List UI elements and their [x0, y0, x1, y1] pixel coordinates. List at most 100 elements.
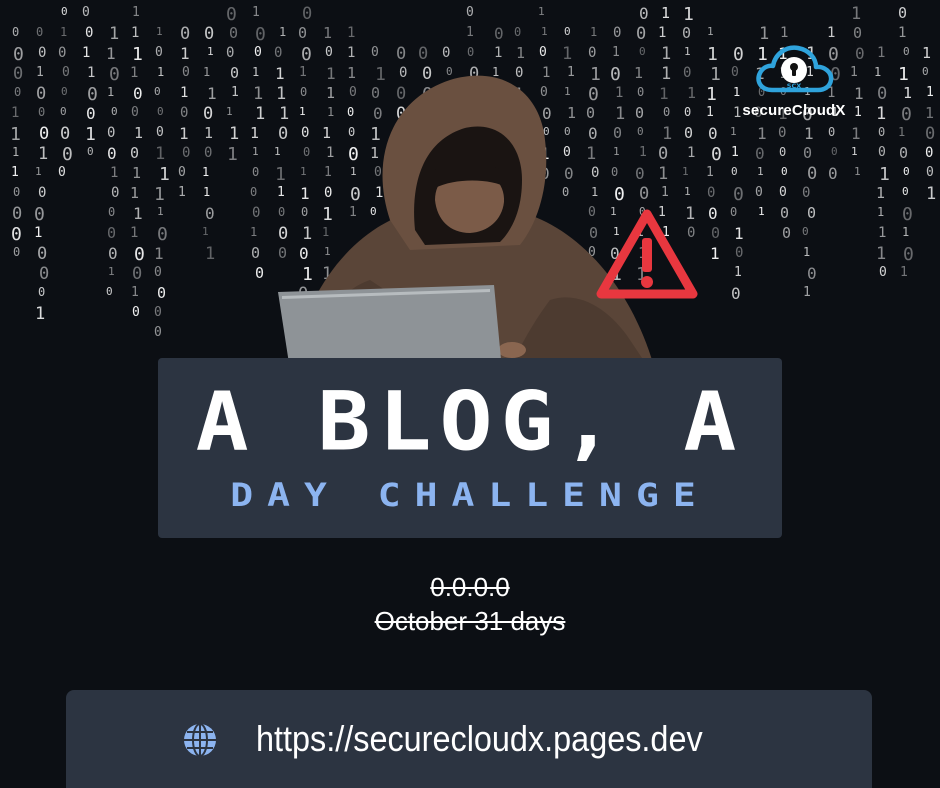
binary-digit: 0 — [467, 45, 475, 59]
binary-digit: 0 — [157, 224, 168, 245]
binary-digit: 0 — [302, 4, 313, 24]
binary-digit: 0 — [684, 124, 694, 142]
binary-digit: 0 — [325, 45, 333, 60]
binary-digit: 1 — [710, 244, 720, 263]
binary-digit: 1 — [925, 104, 935, 122]
binary-digit: 0 — [781, 165, 788, 178]
website-bar[interactable]: https://securecloudx.pages.dev — [66, 690, 872, 788]
binary-digit: 0 — [779, 145, 787, 159]
binary-digit: 1 — [226, 105, 233, 118]
binary-digit: 1 — [159, 164, 170, 185]
binary-digit: 0 — [111, 105, 118, 118]
binary-digit: 0 — [899, 144, 909, 162]
binary-digit: 0 — [130, 144, 140, 162]
binary-digit: 0 — [106, 285, 113, 298]
binary-digit: 1 — [879, 164, 890, 185]
binary-digit: 1 — [803, 285, 811, 300]
website-url-link[interactable]: https://securecloudx.pages.dev — [256, 718, 703, 760]
binary-digit: 0 — [154, 305, 162, 320]
binary-digit: 1 — [180, 85, 189, 101]
binary-digit: 1 — [734, 224, 744, 243]
binary-digit: 1 — [60, 25, 68, 39]
binary-digit: 1 — [706, 84, 717, 105]
binary-digit: 1 — [682, 165, 689, 178]
binary-digit: 0 — [85, 25, 94, 41]
period-text: October 31 days — [374, 606, 566, 636]
binary-digit: 1 — [898, 25, 907, 41]
binary-digit: 0 — [204, 145, 213, 161]
securecloudx-logo: SCX secureCloudX — [728, 40, 860, 130]
binary-digit: 0 — [107, 224, 117, 242]
binary-digit: 1 — [12, 145, 20, 159]
logo-badge-text: SCX — [787, 82, 801, 90]
binary-digit: 0 — [133, 84, 143, 103]
binary-digit: 0 — [613, 25, 622, 41]
binary-digit: 1 — [132, 164, 142, 182]
binary-digit: 0 — [154, 325, 162, 340]
binary-digit: 0 — [494, 24, 504, 43]
binary-digit: 0 — [36, 84, 47, 104]
binary-digit: 0 — [639, 45, 646, 58]
binary-digit: 1 — [707, 44, 718, 65]
binary-digit: 0 — [13, 245, 21, 259]
binary-digit: 0 — [226, 4, 237, 25]
binary-digit: 1 — [347, 25, 356, 41]
binary-digit: 1 — [203, 185, 211, 199]
binary-digit: 0 — [107, 125, 116, 141]
binary-digit: 1 — [155, 144, 166, 164]
binary-digit: 1 — [204, 124, 214, 142]
binary-digit: 1 — [877, 45, 886, 61]
binary-digit: 1 — [347, 45, 356, 61]
binary-digit: 0 — [418, 44, 429, 64]
binary-digit: 0 — [58, 165, 66, 180]
cloud-lock-icon: SCX — [756, 45, 834, 93]
binary-digit: 1 — [323, 24, 333, 42]
binary-digit: 0 — [134, 244, 145, 265]
binary-digit: 0 — [38, 105, 46, 119]
binary-digit: 0 — [901, 104, 912, 125]
binary-digit: 1 — [780, 25, 789, 41]
binary-digit: 0 — [711, 224, 721, 242]
binary-digit: 1 — [734, 265, 742, 280]
binary-digit: 0 — [39, 124, 50, 144]
binary-digit: 1 — [612, 45, 620, 60]
binary-digit: 0 — [903, 45, 910, 58]
binary-digit: 1 — [758, 205, 765, 218]
binary-digit: 0 — [371, 45, 379, 60]
binary-digit: 1 — [87, 65, 96, 81]
binary-digit: 0 — [254, 45, 262, 60]
binary-digit: 1 — [279, 25, 287, 39]
binary-digit: 0 — [564, 25, 571, 38]
binary-digit: 0 — [755, 185, 763, 200]
binary-digit: 1 — [157, 65, 165, 79]
binary-digit: 1 — [926, 184, 937, 204]
binary-digit: 1 — [106, 44, 116, 63]
binary-digit: 1 — [227, 144, 238, 165]
binary-digit: 0 — [58, 45, 67, 61]
binary-digit: 0 — [682, 24, 692, 42]
binary-digit: 1 — [11, 105, 20, 121]
binary-digit: 1 — [10, 124, 21, 145]
binary-digit: 0 — [588, 45, 597, 61]
binary-digit: 1 — [926, 85, 934, 100]
binary-digit: 0 — [711, 144, 722, 165]
binary-digit: 1 — [757, 165, 764, 178]
binary-digit: 0 — [11, 224, 22, 245]
binary-digit: 1 — [202, 225, 209, 238]
binary-digit: 0 — [61, 5, 68, 18]
version-text: 0.0.0.0 — [430, 572, 510, 602]
binary-digit: 0 — [182, 65, 190, 80]
binary-digit: 0 — [466, 5, 474, 20]
binary-digit: 1 — [706, 105, 714, 120]
binary-digit: 0 — [132, 305, 140, 320]
binary-digit: 0 — [38, 185, 47, 201]
binary-digit: 0 — [779, 185, 787, 200]
binary-digit: 0 — [730, 205, 738, 219]
binary-digit: 0 — [803, 144, 813, 162]
binary-digit: 0 — [802, 225, 809, 238]
binary-digit: 0 — [37, 244, 48, 264]
binary-digit: 1 — [85, 124, 96, 145]
binary-digit: 1 — [874, 65, 882, 79]
binary-digit: 1 — [179, 124, 189, 143]
binary-digit: 0 — [255, 24, 266, 45]
